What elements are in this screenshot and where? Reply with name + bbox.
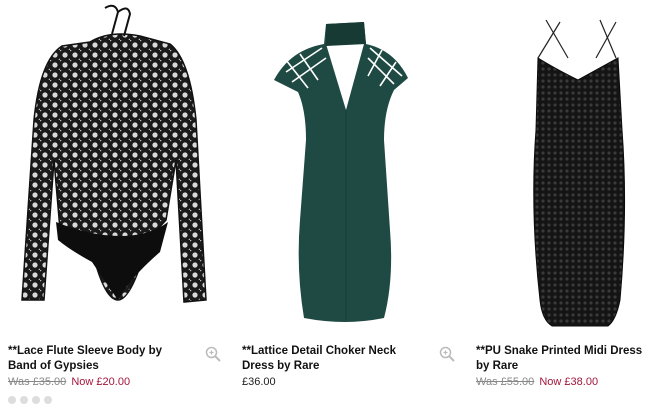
product-price: Was £55.00 Now £38.00 — [476, 376, 598, 388]
star-icon — [32, 396, 40, 404]
product-image[interactable] — [0, 0, 222, 332]
product-title[interactable]: **Lattice Detail Choker Neck Dress by Ra… — [242, 344, 420, 374]
star-icon — [44, 396, 52, 404]
product-title[interactable]: **Lace Flute Sleeve Body by Band of Gyps… — [8, 344, 186, 374]
product-card[interactable]: **Lace Flute Sleeve Body by Band of Gyps… — [0, 0, 222, 404]
product-card[interactable]: **PU Snake Printed Midi Dress by Rare Wa… — [468, 0, 669, 404]
was-price: Was £55.00 — [476, 376, 535, 388]
zoom-icon[interactable] — [205, 346, 221, 362]
product-price: £36.00 — [242, 376, 276, 388]
product-title[interactable]: **PU Snake Printed Midi Dress by Rare — [476, 344, 654, 374]
zoom-icon[interactable] — [439, 346, 455, 362]
product-price: Was £35.00 Now £20.00 — [8, 376, 130, 388]
now-price: Now £38.00 — [539, 376, 599, 388]
now-price: Now £20.00 — [71, 376, 131, 388]
rating-stars — [8, 396, 52, 404]
product-image[interactable] — [468, 0, 669, 332]
star-icon — [20, 396, 28, 404]
product-image[interactable] — [234, 0, 456, 332]
was-price: Was £35.00 — [8, 376, 67, 388]
product-card[interactable]: **Lattice Detail Choker Neck Dress by Ra… — [234, 0, 456, 404]
star-icon — [8, 396, 16, 404]
